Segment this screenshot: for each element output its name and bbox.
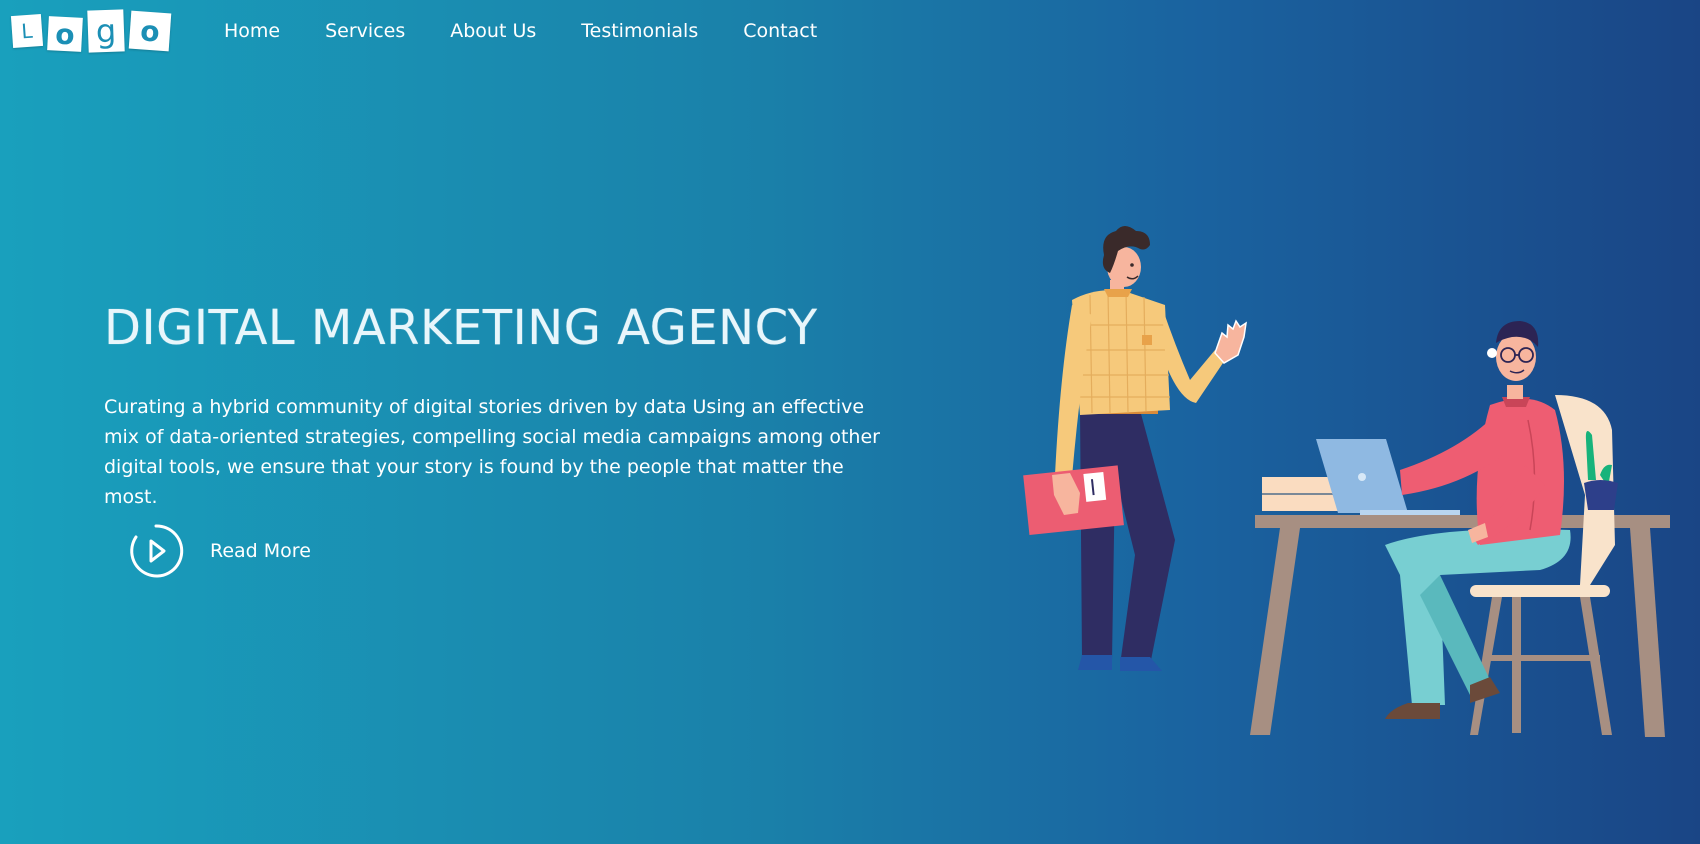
read-more-label: Read More bbox=[210, 540, 311, 562]
logo-letter-o2: o bbox=[128, 10, 172, 52]
read-more-button[interactable]: Read More bbox=[128, 523, 311, 579]
nav-services[interactable]: Services bbox=[325, 20, 405, 42]
nav-home[interactable]: Home bbox=[224, 20, 280, 42]
nav-about-us[interactable]: About Us bbox=[450, 20, 536, 42]
logo-letter-g: g bbox=[87, 9, 125, 53]
hero-description: Curating a hybrid community of digital s… bbox=[104, 396, 880, 508]
logo-letter-o: o bbox=[47, 16, 83, 52]
play-circle-icon bbox=[130, 524, 184, 578]
standing-man-figure bbox=[1023, 226, 1247, 671]
hero-illustration bbox=[1023, 226, 1670, 737]
nav-contact[interactable]: Contact bbox=[743, 20, 817, 42]
main-nav: Home Services About Us Testimonials Cont… bbox=[224, 20, 862, 42]
logo[interactable]: L o g o bbox=[10, 9, 172, 53]
logo-letter-l: L bbox=[10, 13, 44, 49]
site-header: L o g o Home Services About Us Testimoni… bbox=[0, 0, 1700, 66]
nav-testimonials[interactable]: Testimonials bbox=[581, 20, 698, 42]
hero-title: DIGITAL MARKETING AGENCY bbox=[104, 300, 818, 356]
